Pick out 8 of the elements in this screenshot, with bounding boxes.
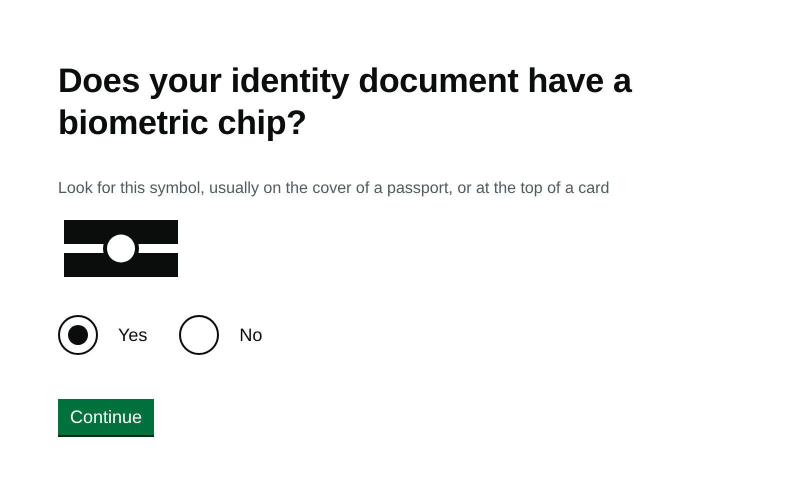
radio-button[interactable]: [58, 315, 98, 355]
radio-label[interactable]: Yes: [118, 324, 148, 346]
radio-label[interactable]: No: [239, 324, 262, 346]
chip-symbol-icon: [64, 220, 178, 277]
page-heading: Does your identity document have a biometric chip?: [58, 61, 634, 144]
continue-button[interactable]: Continue: [58, 399, 154, 435]
radio-button[interactable]: [179, 315, 220, 355]
hint-text: Look for this symbol, usually on the cover of a passport, or at the top of a card: [58, 180, 610, 198]
